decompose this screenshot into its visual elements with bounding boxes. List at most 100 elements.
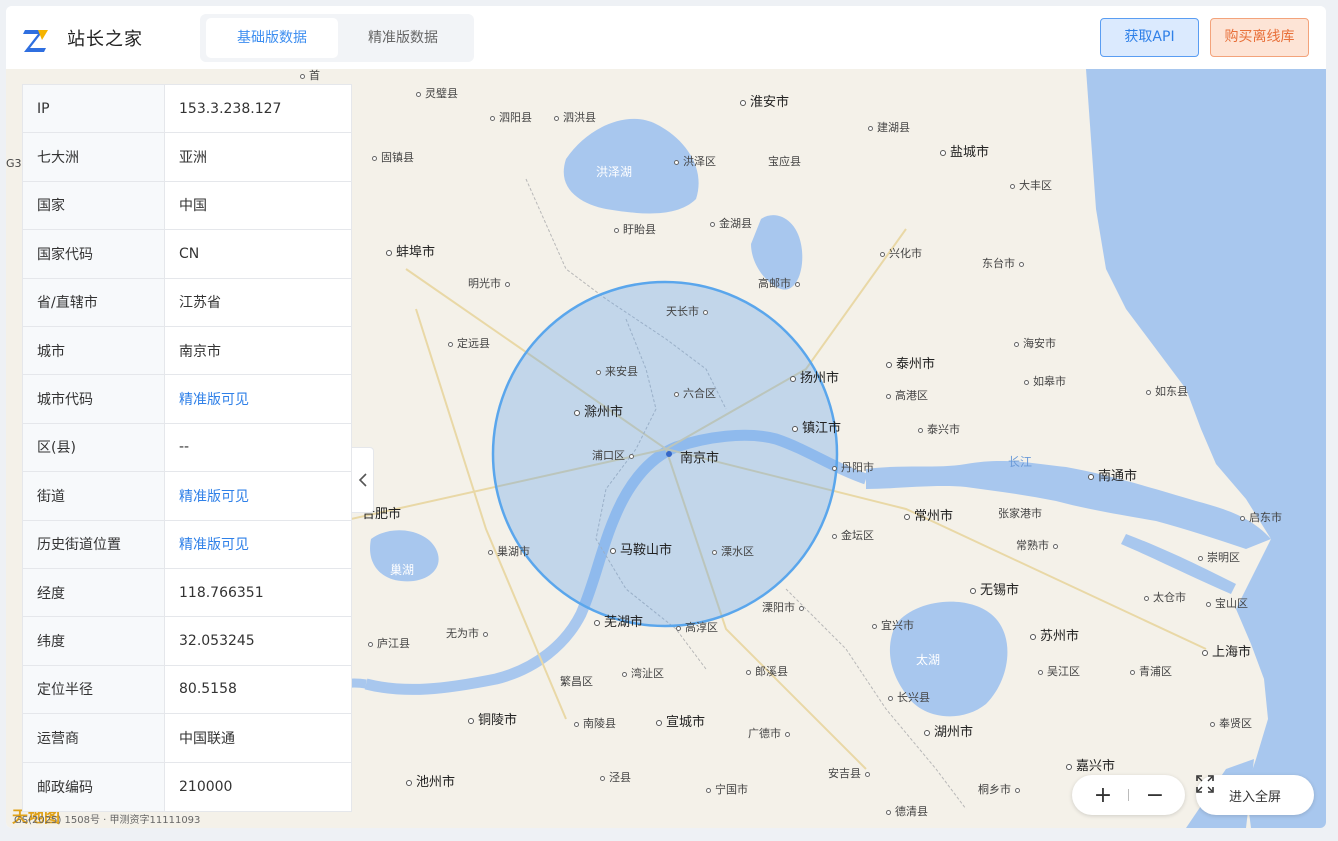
chevron-left-icon <box>358 473 367 487</box>
map-label: G3 <box>6 157 22 170</box>
map-label: 如皋市 <box>1024 373 1066 389</box>
map-label: 泗洪县 <box>554 109 596 125</box>
zoom-separator <box>1128 789 1129 801</box>
info-row-continent: 七大洲 亚洲 <box>23 133 351 182</box>
buy-offline-db-button[interactable]: 购买离线库 <box>1210 18 1309 57</box>
info-key: IP <box>23 85 165 133</box>
map-label: 郎溪县 <box>746 663 788 679</box>
map-label: 太仓市 <box>1144 589 1186 605</box>
map-label: 泗阳县 <box>490 109 532 125</box>
info-value: 中国联通 <box>179 730 235 747</box>
info-key: 街道 <box>23 472 165 520</box>
map-label: 湖州市 <box>924 721 973 740</box>
tab-basic-data[interactable]: 基础版数据 <box>206 18 338 58</box>
map-label: 高港区 <box>886 387 928 403</box>
map-label: 泰州市 <box>886 353 935 372</box>
map-label: 长兴县 <box>888 689 930 705</box>
map-label: 溧阳市 <box>762 599 808 615</box>
map-label: 上海市 <box>1202 641 1251 660</box>
map-label: 洪泽湖 <box>596 165 633 179</box>
zoom-in-button[interactable]: + <box>1078 775 1128 815</box>
map-label: 嘉兴市 <box>1066 755 1115 774</box>
info-row-province: 省/直辖市 江苏省 <box>23 278 351 327</box>
info-value: 118.766351 <box>179 584 264 601</box>
map-label: 启东市 <box>1240 509 1282 525</box>
map-label: 宜兴市 <box>872 617 914 633</box>
info-row-latitude: 纬度 32.053245 <box>23 617 351 666</box>
map-label: 苏州市 <box>1030 625 1079 644</box>
map-label: 兴化市 <box>880 245 922 261</box>
precise-version-link[interactable]: 精准版可见 <box>165 521 351 568</box>
map-label: 无为市 <box>446 625 492 641</box>
map-label: 广德市 <box>748 725 794 741</box>
map-label: 如东县 <box>1146 383 1188 399</box>
map-label: 盐城市 <box>940 141 989 160</box>
site-logo-icon[interactable] <box>22 26 50 54</box>
info-key: 城市 <box>23 327 165 375</box>
info-row-city: 城市 南京市 <box>23 327 351 376</box>
map-copyright: GS(2025) 1508号 · 甲测资字11111093 <box>14 815 201 826</box>
map-label: 滁州市 <box>574 401 623 420</box>
map-label: 泾县 <box>600 769 631 785</box>
map-label: 来安县 <box>596 363 638 379</box>
info-row-country-code: 国家代码 CN <box>23 230 351 279</box>
map-label: 宝山区 <box>1206 595 1248 611</box>
info-key: 区(县) <box>23 423 165 472</box>
collapse-panel-button[interactable] <box>352 447 374 513</box>
map-label: 南陵县 <box>574 715 616 731</box>
info-value: CN <box>179 245 200 262</box>
zoom-controls: + − <box>1072 775 1185 815</box>
map-label: 镇江市 <box>792 417 841 436</box>
tab-precise-data[interactable]: 精准版数据 <box>338 18 468 58</box>
map-label: 池州市 <box>406 771 455 790</box>
map-label: 固镇县 <box>372 149 414 165</box>
precise-version-link[interactable]: 精准版可见 <box>165 472 351 519</box>
get-api-button[interactable]: 获取API <box>1100 18 1199 57</box>
map-label: 宁国市 <box>706 781 748 797</box>
map-label: 六合区 <box>674 385 716 401</box>
info-key: 历史街道位置 <box>23 520 165 568</box>
map-label: 洪泽区 <box>674 153 716 169</box>
zoom-out-button[interactable]: − <box>1130 775 1180 815</box>
info-key: 省/直辖市 <box>23 278 165 326</box>
map-label: 青浦区 <box>1130 663 1172 679</box>
info-row-street: 街道 精准版可见 <box>23 472 351 521</box>
map-label: 南京市 <box>680 451 720 466</box>
app-frame: 站长之家 基础版数据 精准版数据 获取API 购买离线库 淮安市 盐城市 洪泽湖… <box>6 6 1326 828</box>
map-label: 丹阳市 <box>832 459 874 475</box>
map-label: 湾沚区 <box>622 665 664 681</box>
map-label: 南通市 <box>1088 465 1137 484</box>
map-label: 定远县 <box>448 335 490 351</box>
data-version-tabs: 基础版数据 精准版数据 <box>200 14 474 62</box>
map-label: 高邮市 <box>758 275 804 291</box>
header: 站长之家 基础版数据 精准版数据 获取API 购买离线库 <box>6 6 1326 69</box>
info-value: -- <box>179 439 190 456</box>
map-label: 繁昌区 <box>560 675 593 688</box>
map-label: 崇明区 <box>1198 549 1240 565</box>
info-key: 纬度 <box>23 617 165 665</box>
brand-name[interactable]: 站长之家 <box>67 25 143 51</box>
info-value: 南京市 <box>179 343 221 360</box>
map-label: 金坛区 <box>832 527 874 543</box>
info-row-longitude: 经度 118.766351 <box>23 569 351 618</box>
map-label: 淮安市 <box>740 91 789 110</box>
map-label: 吴江区 <box>1038 663 1080 679</box>
fullscreen-icon <box>1196 775 1214 793</box>
info-value: 80.5158 <box>179 681 237 698</box>
info-value: 江苏省 <box>179 295 221 312</box>
map-label: 大丰区 <box>1010 177 1052 193</box>
precise-version-link[interactable]: 精准版可见 <box>165 375 351 422</box>
map-label: 长江 <box>1008 455 1033 469</box>
info-row-radius: 定位半径 80.5158 <box>23 665 351 715</box>
map-label: 高淳区 <box>676 619 718 635</box>
map-label: 铜陵市 <box>468 709 517 728</box>
fullscreen-button[interactable]: 进入全屏 <box>1196 775 1314 815</box>
map-label: 溧水区 <box>712 543 754 559</box>
map-label: 无锡市 <box>970 579 1019 598</box>
map-label: 庐江县 <box>368 635 410 651</box>
info-row-isp: 运营商 中国联通 <box>23 714 351 763</box>
map-label: 太湖 <box>916 653 941 667</box>
map-label: 桐乡市 <box>978 781 1024 797</box>
info-row-city-code: 城市代码 精准版可见 <box>23 375 351 424</box>
map-label: 泰兴市 <box>918 421 960 437</box>
